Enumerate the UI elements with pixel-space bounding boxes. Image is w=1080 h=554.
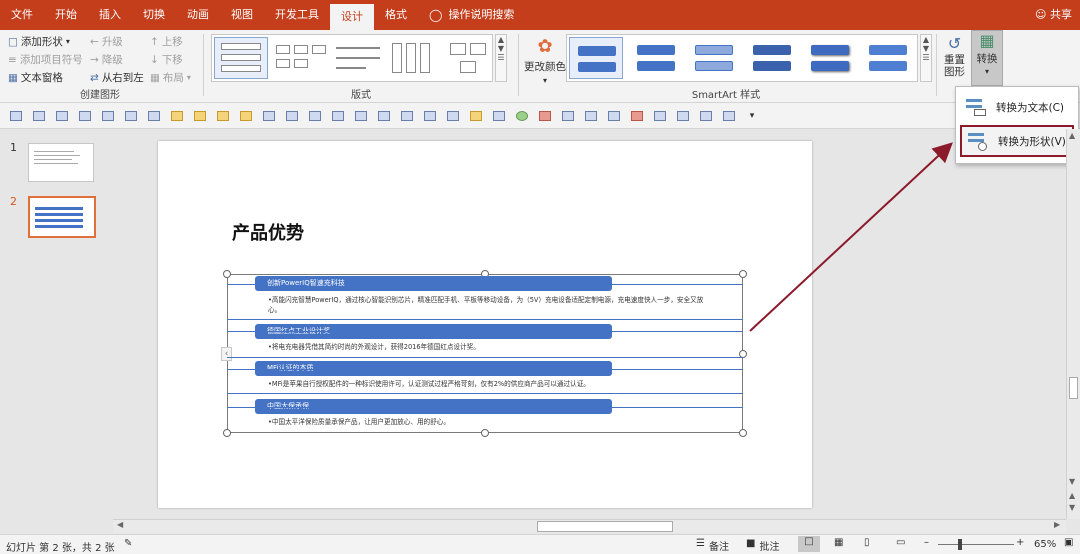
zoom-out-button[interactable]: – xyxy=(924,537,929,548)
notes-icon: ☰ xyxy=(696,538,705,549)
notes-label: 备注 xyxy=(708,542,729,553)
annotation-arrow xyxy=(749,142,953,332)
vertical-scrollbar[interactable]: ▲ ▼ ▲ ▼ xyxy=(1066,129,1080,519)
convert-to-text-icon xyxy=(966,97,988,117)
convert-to-shapes-label: 转换为形状(V) xyxy=(998,135,1066,148)
convert-to-text-label: 转换为文本(C) xyxy=(996,101,1065,114)
zoom-in-button[interactable]: + xyxy=(1016,537,1024,548)
status-bar: 幻灯片 第 2 张，共 2 张 ✎ ☰ 备注 ■ 批注 □ ▦ ▯ ▭ – + … xyxy=(0,534,1080,554)
notes-button[interactable]: ☰ 备注 xyxy=(696,538,729,553)
sorter-view-icon[interactable]: ▦ xyxy=(834,537,843,548)
spell-check-icon[interactable]: ✎ xyxy=(124,538,132,549)
zoom-level[interactable]: 65% xyxy=(1034,539,1056,550)
slideshow-icon[interactable]: ▭ xyxy=(896,537,905,548)
comments-label: 批注 xyxy=(759,542,780,553)
convert-menu: 转换为文本(C) 转换为形状(V) xyxy=(955,86,1079,164)
convert-to-shapes-item[interactable]: 转换为形状(V) xyxy=(960,125,1074,157)
reading-view-icon[interactable]: ▯ xyxy=(864,537,870,548)
normal-view-icon[interactable]: □ xyxy=(798,536,820,552)
comments-button[interactable]: ■ 批注 xyxy=(746,538,779,553)
slide-info: 幻灯片 第 2 张，共 2 张 xyxy=(6,543,115,554)
scroll-thumb[interactable] xyxy=(1069,377,1078,399)
horizontal-scrollbar[interactable]: ◀ ▶ xyxy=(113,519,1066,533)
fit-to-window-icon[interactable]: ▣ xyxy=(1064,537,1073,548)
zoom-slider[interactable] xyxy=(938,544,1014,545)
scroll-thumb[interactable] xyxy=(537,521,673,532)
comment-icon: ■ xyxy=(746,538,756,549)
zoom-slider-thumb[interactable] xyxy=(958,539,962,550)
convert-to-text-item[interactable]: 转换为文本(C) xyxy=(960,91,1074,123)
convert-to-shapes-icon xyxy=(968,131,990,151)
